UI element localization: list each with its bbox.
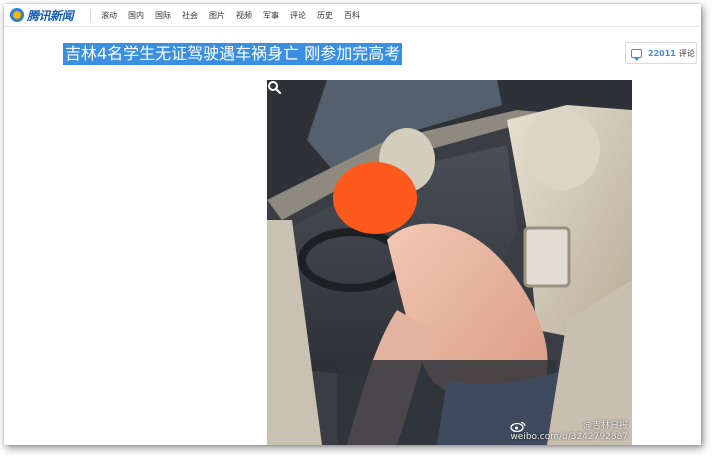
speech-bubble-icon [631,48,642,61]
tencent-news-logo-icon [10,8,24,22]
article-photo[interactable]: @吉林日报 weibo.com/u/3242792887 [267,80,632,445]
nav-item-video[interactable]: 视频 [236,10,252,21]
comments-button[interactable]: 22011 评论 [625,42,697,64]
browser-page: 腾讯新闻 滚动 国内 国际 社会 图片 视频 军事 评论 历史 百科 吉林4名学… [4,4,701,445]
nav-divider [90,9,91,21]
side-mirror [523,226,571,288]
watermark-handle: @吉林日报 [582,421,628,431]
nav-item-domestic[interactable]: 国内 [128,10,144,21]
weibo-icon [510,421,527,432]
comment-count: 22011 [648,48,676,58]
nav-item-international[interactable]: 国际 [155,10,171,21]
nav-item-scroll[interactable]: 滚动 [101,10,117,21]
nav-item-encyclopedia[interactable]: 百科 [344,10,360,21]
top-navigation-bar: 腾讯新闻 滚动 国内 国际 社会 图片 视频 军事 评论 历史 百科 [4,4,701,27]
comment-label: 评论 [678,48,695,58]
site-logo[interactable]: 腾讯新闻 [10,7,74,23]
article-title: 吉林4名学生无证驾驶遇车祸身亡 刚参加完高考 [63,43,403,65]
nav-item-history[interactable]: 历史 [317,10,333,21]
magnifier-icon[interactable] [267,80,281,94]
watermark-url: weibo.com/u/3242792887 [510,432,628,442]
nav-item-society[interactable]: 社会 [182,10,198,21]
channel-nav: 滚动 国内 国际 社会 图片 视频 军事 评论 历史 百科 [101,4,371,26]
nav-item-commentary[interactable]: 评论 [290,10,306,21]
logo-text: 腾讯新闻 [27,8,74,23]
nav-item-military[interactable]: 军事 [263,10,279,21]
mosaic-blur [333,162,417,234]
nav-item-pictures[interactable]: 图片 [209,10,225,21]
photo-illustration [267,80,632,445]
photo-watermark: @吉林日报 weibo.com/u/3242792887 [510,421,628,443]
watermark-handle-row: @吉林日报 [510,421,628,432]
headrest [524,110,600,190]
